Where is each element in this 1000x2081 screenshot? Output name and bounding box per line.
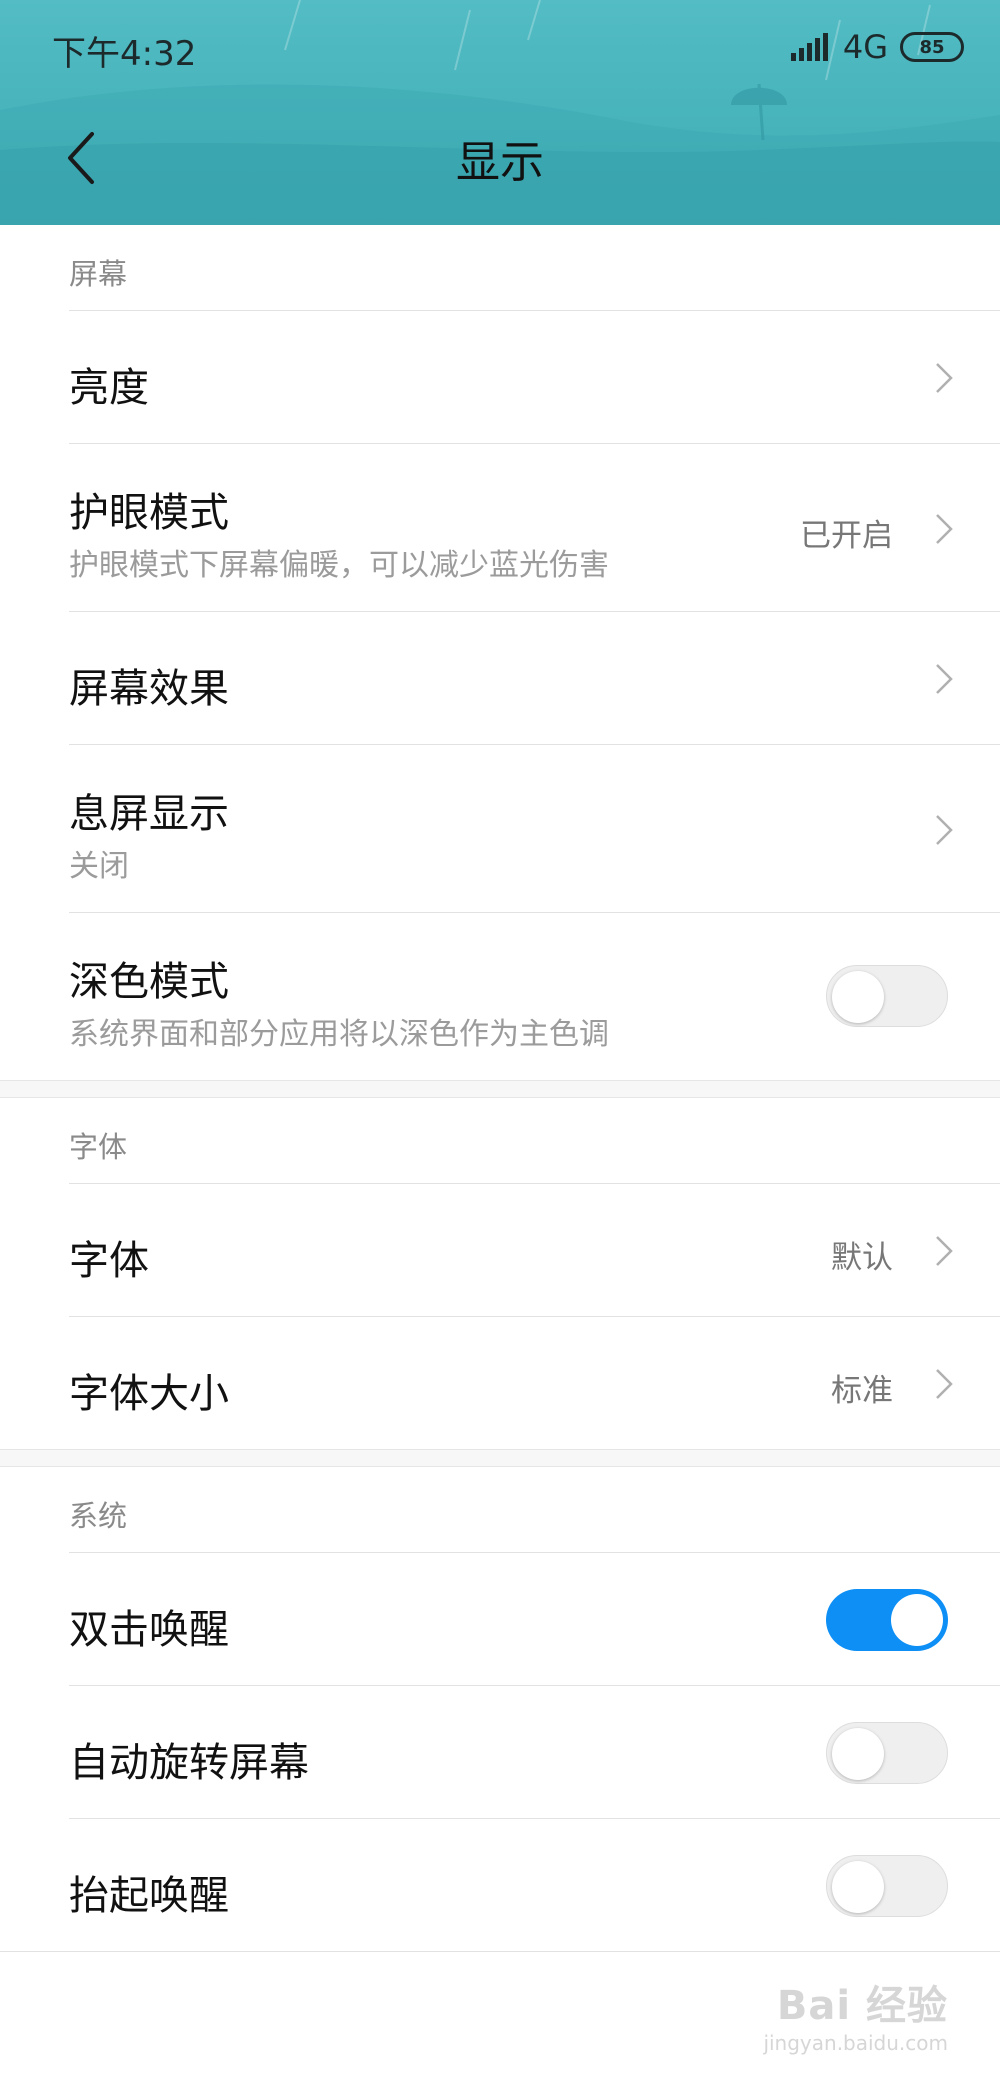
- dark-mode-toggle[interactable]: [826, 965, 948, 1027]
- setting-eye-care-mode[interactable]: 护眼模式 护眼模式下屏幕偏暖，可以减少蓝光伤害 已开启: [69, 443, 1000, 611]
- auto-rotate-toggle[interactable]: [826, 1722, 948, 1784]
- setting-title: 字体大小: [69, 1371, 229, 1417]
- setting-title: 抬起唤醒: [69, 1873, 229, 1919]
- double-tap-wake-toggle[interactable]: [826, 1589, 948, 1651]
- setting-lift-to-wake: 抬起唤醒: [69, 1818, 1000, 1951]
- watermark-url: jingyan.baidu.com: [763, 2031, 948, 2055]
- section-divider: [0, 1080, 1000, 1098]
- status-time: 下午4:32: [52, 34, 197, 74]
- setting-title: 护眼模式: [69, 490, 229, 536]
- section-header-font: 字体: [0, 1098, 1000, 1183]
- setting-title: 双击唤醒: [69, 1607, 229, 1653]
- page-title: 显示: [456, 137, 544, 188]
- chevron-right-icon: [936, 514, 953, 544]
- setting-value: 已开启: [800, 518, 893, 554]
- section-label: 屏幕: [69, 257, 128, 291]
- setting-subtitle: 关闭: [69, 849, 129, 884]
- watermark: Bai 经验 jingyan.baidu.com: [763, 1973, 948, 2055]
- battery-level: 85: [919, 36, 945, 58]
- status-indicators: 4G 85: [790, 28, 964, 66]
- section-header-screen: 屏幕: [0, 225, 1000, 310]
- setting-brightness[interactable]: 亮度: [69, 310, 1000, 443]
- setting-font[interactable]: 字体 默认: [69, 1183, 1000, 1316]
- signal-bars-icon: [790, 33, 828, 61]
- section-label: 字体: [69, 1130, 128, 1164]
- toggle-knob: [832, 1861, 884, 1913]
- toggle-knob: [832, 1728, 884, 1780]
- setting-subtitle: 护眼模式下屏幕偏暖，可以减少蓝光伤害: [69, 548, 609, 583]
- app-header: 下午4:32 4G 85 显示: [0, 0, 1000, 225]
- section-label: 系统: [69, 1499, 128, 1533]
- setting-double-tap-wake: 双击唤醒: [69, 1552, 1000, 1685]
- setting-title: 亮度: [69, 365, 149, 411]
- battery-icon: 85: [900, 32, 964, 62]
- chevron-right-icon: [936, 815, 953, 845]
- setting-ambient-display[interactable]: 息屏显示 关闭: [69, 744, 1000, 912]
- section-divider: [0, 1449, 1000, 1467]
- setting-auto-rotate: 自动旋转屏幕: [69, 1685, 1000, 1818]
- lift-to-wake-toggle[interactable]: [826, 1855, 948, 1917]
- watermark-logo: Bai 经验: [776, 1983, 948, 2029]
- setting-dark-mode: 深色模式 系统界面和部分应用将以深色作为主色调: [69, 912, 1000, 1080]
- setting-title: 自动旋转屏幕: [69, 1740, 309, 1786]
- setting-value: 默认: [831, 1240, 893, 1276]
- setting-title: 字体: [69, 1238, 149, 1284]
- toggle-knob: [832, 971, 884, 1023]
- settings-list: 屏幕 亮度 护眼模式 护眼模式下屏幕偏暖，可以减少蓝光伤害 已开启 屏幕效果 息…: [0, 225, 1000, 1952]
- section-header-system: 系统: [0, 1467, 1000, 1552]
- setting-font-size[interactable]: 字体大小 标准: [69, 1316, 1000, 1449]
- setting-title: 息屏显示: [69, 791, 229, 837]
- setting-subtitle: 系统界面和部分应用将以深色作为主色调: [69, 1017, 609, 1052]
- chevron-right-icon: [936, 1369, 953, 1399]
- list-end-divider: [0, 1951, 1000, 1952]
- chevron-right-icon: [936, 363, 953, 393]
- chevron-right-icon: [936, 664, 953, 694]
- setting-title: 屏幕效果: [69, 666, 229, 712]
- network-type: 4G: [842, 28, 888, 66]
- setting-title: 深色模式: [69, 959, 229, 1005]
- toggle-knob: [891, 1594, 943, 1646]
- setting-value: 标准: [831, 1373, 893, 1409]
- setting-screen-effect[interactable]: 屏幕效果: [69, 611, 1000, 744]
- chevron-right-icon: [936, 1236, 953, 1266]
